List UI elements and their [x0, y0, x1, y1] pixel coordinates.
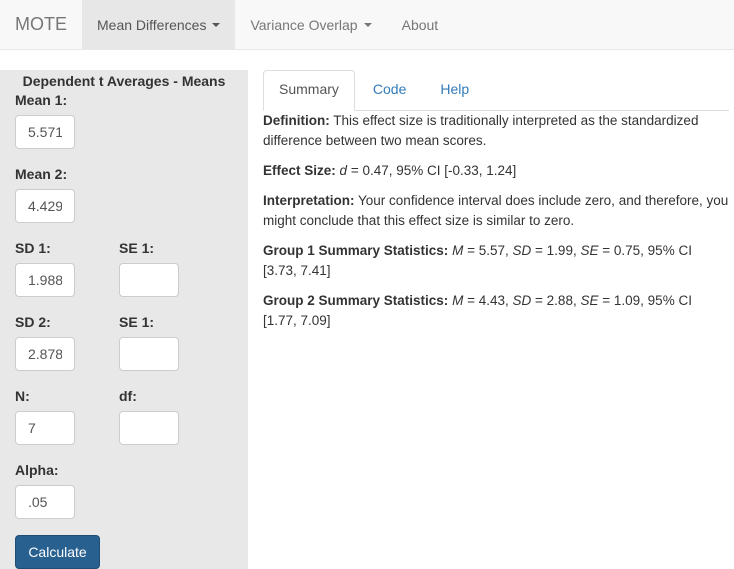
group2-label: Group 2 Summary Statistics: — [263, 293, 449, 308]
alpha-label: Alpha: — [15, 462, 59, 478]
tab-code[interactable]: Code — [357, 70, 422, 110]
se2-label: SE 1: — [119, 314, 155, 330]
sd2-label: SD 2: — [15, 314, 51, 330]
group2-se: 1.09 — [613, 293, 641, 308]
caret-down-icon — [212, 22, 221, 27]
navbar: MOTE Mean Differences Variance Overlap A… — [0, 0, 734, 50]
sd2-input[interactable] — [15, 337, 75, 371]
nav-variance-overlap[interactable]: Variance Overlap — [235, 0, 386, 49]
interpretation-paragraph: Interpretation: Your confidence interval… — [263, 191, 729, 231]
tab-help[interactable]: Help — [424, 70, 485, 110]
se2-input[interactable] — [119, 337, 179, 371]
effect-size-paragraph: Effect Size: d = 0.47, 95% CI [-0.33, 1.… — [263, 161, 729, 181]
se1-label: SE 1: — [119, 240, 155, 256]
interpretation-label: Interpretation: — [263, 193, 355, 208]
group1-m: 5.57 — [478, 243, 505, 258]
df-input[interactable] — [119, 411, 179, 445]
n-input[interactable] — [15, 411, 75, 445]
group1-sd: 1.99 — [546, 243, 573, 258]
group2-m: 4.43 — [478, 293, 505, 308]
sidebar-title: Dependent t Averages - Means — [22, 73, 226, 89]
mean2-input[interactable] — [15, 189, 75, 223]
caret-down-icon — [363, 22, 372, 27]
mean2-label: Mean 2: — [15, 166, 68, 182]
nav-about-label: About — [401, 16, 439, 33]
nav-mean-differences-label: Mean Differences — [97, 16, 207, 33]
df-label: df: — [119, 388, 137, 404]
sd1-input[interactable] — [15, 263, 75, 297]
brand-logo[interactable]: MOTE — [0, 0, 82, 49]
tab-bar: Summary Code Help — [263, 70, 729, 111]
mean1-input[interactable] — [15, 115, 75, 149]
definition-paragraph: Definition: This effect size is traditio… — [263, 111, 729, 151]
effect-size-label: Effect Size: — [263, 163, 336, 178]
effect-size-value: = 0.47, 95% CI [-0.33, 1.24] — [347, 163, 517, 178]
group2-sd: 2.88 — [546, 293, 573, 308]
main-panel: Summary Code Help Definition: This effec… — [263, 70, 729, 341]
sd1-label: SD 1: — [15, 240, 51, 256]
group2-paragraph: Group 2 Summary Statistics: M = 4.43, SD… — [263, 293, 692, 328]
calculate-button[interactable]: Calculate — [15, 535, 100, 569]
alpha-input[interactable] — [15, 485, 75, 519]
tab-summary[interactable]: Summary — [263, 70, 355, 111]
summary-content: Definition: This effect size is traditio… — [263, 111, 729, 331]
effect-symbol: d — [339, 163, 348, 178]
mean1-label: Mean 1: — [15, 92, 68, 108]
group1-label: Group 1 Summary Statistics: — [263, 243, 449, 258]
nav-mean-differences[interactable]: Mean Differences — [82, 0, 236, 49]
se1-input[interactable] — [119, 263, 179, 297]
n-label: N: — [15, 388, 30, 404]
group1-se: 0.75 — [613, 243, 641, 258]
input-sidebar: Dependent t Averages - Means Mean 1: Mea… — [0, 70, 248, 569]
nav-about[interactable]: About — [387, 0, 454, 49]
group1-paragraph: Group 1 Summary Statistics: M = 5.57, SD… — [263, 243, 692, 278]
nav-variance-overlap-label: Variance Overlap — [250, 16, 358, 33]
definition-label: Definition: — [263, 113, 330, 128]
